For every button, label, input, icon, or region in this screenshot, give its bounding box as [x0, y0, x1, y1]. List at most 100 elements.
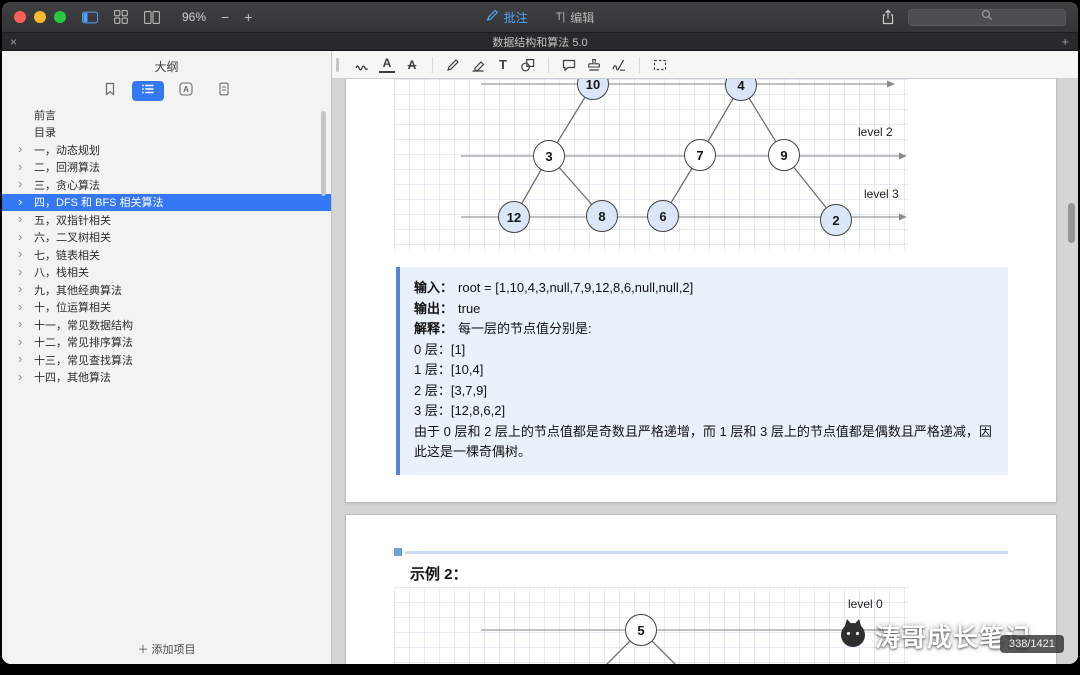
tree-node-8: 8: [586, 200, 618, 232]
bookmarks-tab[interactable]: [94, 81, 126, 101]
annotation-toolbar: A A T: [332, 51, 1078, 79]
document-area: A A T: [332, 51, 1078, 664]
chevron-right-icon[interactable]: ›: [18, 141, 22, 157]
example-block: 输入：root = [1,10,4,3,null,7,9,12,8,6,null…: [396, 267, 1008, 475]
outline-item-classic[interactable]: ›九，其他经典算法: [2, 281, 331, 299]
comment-icon[interactable]: [561, 57, 577, 73]
layer-1-line: 1 层：[10,4]: [414, 360, 992, 381]
outline-item-toc[interactable]: 目录: [2, 124, 331, 142]
close-window-button[interactable]: [14, 11, 26, 23]
underline-text-icon[interactable]: A: [379, 57, 395, 73]
titlebar: 96% − + 批注 T| 编辑: [2, 2, 1078, 32]
squiggly-underline-icon[interactable]: [354, 57, 370, 73]
chevron-right-icon[interactable]: ›: [18, 246, 22, 262]
outline-item-searching[interactable]: ›十三，常见查找算法: [2, 351, 331, 369]
outline-item-bitwise[interactable]: ›十，位运算相关: [2, 299, 331, 317]
toolbar-divider: [639, 57, 640, 73]
edit-label: 编辑: [570, 9, 594, 26]
highlighter-icon[interactable]: [470, 57, 486, 73]
outline-item-data-structures[interactable]: ›十一，常见数据结构: [2, 316, 331, 334]
document-scroll-area[interactable]: 10 4 3 7 9 12 8 6 2 level 2 level 3 输入：r…: [332, 79, 1078, 664]
chevron-right-icon[interactable]: ›: [18, 334, 22, 350]
minimize-window-button[interactable]: [34, 11, 46, 23]
pages-tab[interactable]: [208, 81, 240, 101]
maximize-window-button[interactable]: [54, 11, 66, 23]
level-0-label: level 0: [848, 597, 883, 611]
chevron-right-icon[interactable]: ›: [18, 316, 22, 332]
tree-node-2: 2: [820, 204, 852, 236]
tree-figure-1: 10 4 3 7 9 12 8 6 2 level 2 level 3: [346, 79, 1056, 254]
tree-node-12: 12: [498, 201, 530, 233]
toolbar-divider: [548, 57, 549, 73]
chevron-right-icon[interactable]: ›: [18, 229, 22, 245]
chevron-right-icon[interactable]: ›: [18, 369, 22, 385]
example-2-heading: 示例 2：: [410, 563, 468, 584]
outline-item-other[interactable]: ›十四，其他算法: [2, 369, 331, 387]
edit-mode-button[interactable]: T| 编辑: [556, 9, 595, 26]
text-edit-icon: T|: [556, 11, 566, 23]
tab-close-icon[interactable]: ×: [10, 36, 17, 48]
shapes-icon[interactable]: [520, 57, 536, 73]
share-icon[interactable]: [880, 9, 896, 25]
annotations-tab[interactable]: A: [170, 81, 202, 101]
chevron-right-icon[interactable]: ›: [18, 351, 22, 367]
chevron-right-icon[interactable]: ›: [18, 281, 22, 297]
outline-item-two-pointer[interactable]: ›五，双指针相关: [2, 211, 331, 229]
page-thumbnail-icon: [217, 82, 231, 101]
zoom-level[interactable]: 96%: [182, 10, 206, 24]
chevron-right-icon[interactable]: ›: [18, 264, 22, 280]
layer-0-line: 0 层：[1]: [414, 340, 992, 361]
sidebar-scrollbar[interactable]: [321, 111, 326, 196]
chevron-right-icon[interactable]: ›: [18, 211, 22, 227]
section-divider-square: [394, 548, 402, 556]
outline-item-binary-tree[interactable]: ›六，二叉树相关: [2, 229, 331, 247]
zoom-in-button[interactable]: +: [244, 10, 252, 24]
text-tool-icon[interactable]: T: [495, 57, 511, 73]
annotate-mode-button[interactable]: 批注: [486, 9, 528, 26]
outline-item-greedy[interactable]: ›三，贪心算法: [2, 176, 331, 194]
tree-node-6: 6: [647, 200, 679, 232]
outline-item-dp[interactable]: ›一，动态规划: [2, 141, 331, 159]
sidebar-title: 大纲: [2, 51, 331, 75]
zoom-out-button[interactable]: −: [221, 10, 229, 24]
app-window: 96% − + 批注 T| 编辑: [2, 2, 1078, 664]
sidebar-toggle-icon[interactable]: [82, 9, 98, 25]
pen-icon[interactable]: [445, 57, 461, 73]
conclusion-line: 由于 0 层和 2 层上的节点值都是奇数且严格递增，而 1 层和 3 层上的节点…: [414, 422, 992, 463]
watermark-logo-icon: [837, 617, 869, 654]
outline-item-preface[interactable]: 前言: [2, 106, 331, 124]
tree-node-5: 5: [625, 614, 657, 646]
toolbar-drag-handle[interactable]: [336, 58, 339, 72]
page-indicator: 338/1421: [1000, 635, 1064, 653]
chevron-right-icon[interactable]: ›: [18, 159, 22, 175]
outline-item-sorting[interactable]: ›十二，常见排序算法: [2, 334, 331, 352]
svg-text:A: A: [183, 85, 189, 94]
tab-title[interactable]: 数据结构和算法 5.0: [2, 34, 1078, 50]
outline-item-linked-list[interactable]: ›七，链表相关: [2, 246, 331, 264]
sidebar-view-switcher: A: [2, 81, 331, 101]
search-input[interactable]: [908, 9, 1066, 26]
level-3-label: level 3: [864, 187, 899, 201]
chevron-right-icon[interactable]: ›: [18, 194, 22, 210]
section-divider-line: [405, 551, 1008, 554]
chevron-right-icon[interactable]: ›: [18, 299, 22, 315]
example-explain-line: 解释：每一层的节点值分别是:: [414, 319, 992, 340]
outline-item-dfs-bfs[interactable]: ›四，DFS 和 BFS 相关算法: [2, 194, 331, 212]
two-page-view-icon[interactable]: [144, 9, 160, 25]
thumbnails-view-icon[interactable]: [113, 9, 129, 25]
new-tab-icon[interactable]: +: [1061, 35, 1069, 48]
stamp-icon[interactable]: [586, 57, 602, 73]
select-rectangle-icon[interactable]: [652, 57, 668, 73]
outline-item-stack[interactable]: ›八，栈相关: [2, 264, 331, 282]
signature-icon[interactable]: [611, 57, 627, 73]
annotation-a-icon: A: [179, 82, 193, 101]
strikethrough-text-icon[interactable]: A: [404, 57, 420, 73]
document-scrollbar[interactable]: [1068, 203, 1075, 243]
outline-tab[interactable]: [132, 81, 164, 101]
outline-item-backtrack[interactable]: ›二，回溯算法: [2, 159, 331, 177]
tree-node-7: 7: [684, 139, 716, 171]
traffic-lights: [14, 11, 66, 23]
add-item-button[interactable]: ＋ 添加项目: [2, 641, 331, 657]
outline-list: 前言 目录 ›一，动态规划 ›二，回溯算法 ›三，贪心算法 ›四，DFS 和 B…: [2, 106, 331, 386]
chevron-right-icon[interactable]: ›: [18, 176, 22, 192]
